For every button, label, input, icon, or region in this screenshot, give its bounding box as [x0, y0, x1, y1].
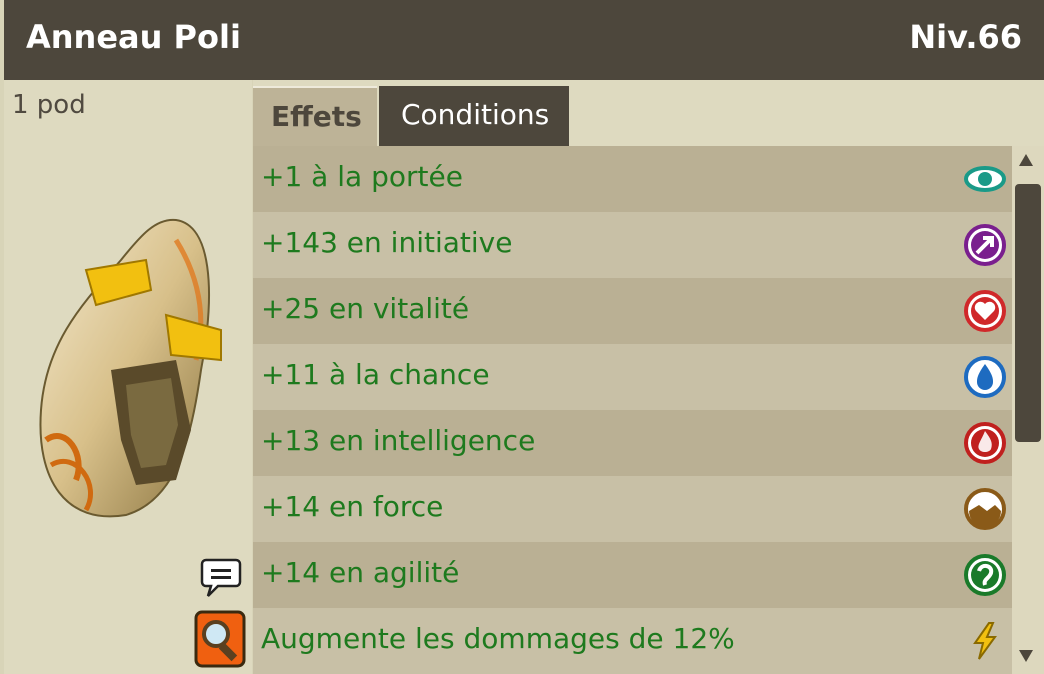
strength-earth-icon — [964, 488, 1006, 530]
item-name: Anneau Poli — [26, 18, 241, 56]
vitality-heart-icon — [964, 290, 1006, 332]
effect-row: +143 en initiative — [253, 212, 1012, 278]
effect-row: +14 en agilité — [253, 542, 1012, 608]
initiative-arrow-icon — [964, 224, 1006, 266]
effect-row: +14 en force — [253, 476, 1012, 542]
item-tooltip-window: Anneau Poli Niv.66 1 pod Effets Conditio… — [0, 0, 1044, 674]
scrollbar-thumb[interactable] — [1015, 184, 1041, 442]
chat-bubble-icon[interactable] — [200, 556, 242, 598]
inspect-magnifier-icon[interactable] — [194, 610, 246, 668]
item-image-pane: 1 pod — [4, 80, 252, 674]
damage-lightning-icon — [973, 622, 997, 660]
effect-text: +25 en vitalité — [261, 292, 470, 325]
tab-bar: Effets Conditions — [253, 80, 1044, 146]
range-eye-icon — [964, 166, 1006, 192]
effect-text: +11 à la chance — [261, 358, 490, 391]
ring-illustration — [39, 218, 222, 518]
effect-row: +25 en vitalité — [253, 278, 1012, 344]
effect-row: +13 en intelligence — [253, 410, 1012, 476]
effect-row: +11 à la chance — [253, 344, 1012, 410]
item-header: Anneau Poli Niv.66 — [4, 0, 1044, 80]
effect-text: +13 en intelligence — [261, 424, 536, 457]
chance-water-icon — [964, 356, 1006, 398]
effect-text: +1 à la portée — [261, 160, 463, 193]
effect-text: +14 en force — [261, 490, 444, 523]
tab-conditions[interactable]: Conditions — [379, 86, 569, 146]
intelligence-fire-icon — [964, 422, 1006, 464]
effects-scrollbar[interactable] — [1012, 146, 1044, 674]
item-weight: 1 pod — [12, 90, 86, 120]
agility-air-icon — [964, 554, 1006, 596]
effects-list: +1 à la portée +143 en initiative +25 en… — [253, 146, 1012, 674]
effect-row: Augmente les dommages de 12% — [253, 608, 1012, 674]
effect-text: Augmente les dommages de 12% — [261, 622, 735, 655]
effect-text: +14 en agilité — [261, 556, 460, 589]
tab-effets[interactable]: Effets — [253, 86, 377, 146]
effect-row: +1 à la portée — [253, 146, 1012, 212]
item-level: Niv.66 — [909, 18, 1022, 56]
scroll-up-arrow-icon[interactable] — [1019, 154, 1033, 166]
effect-text: +143 en initiative — [261, 226, 513, 259]
scroll-down-arrow-icon[interactable] — [1019, 650, 1033, 662]
